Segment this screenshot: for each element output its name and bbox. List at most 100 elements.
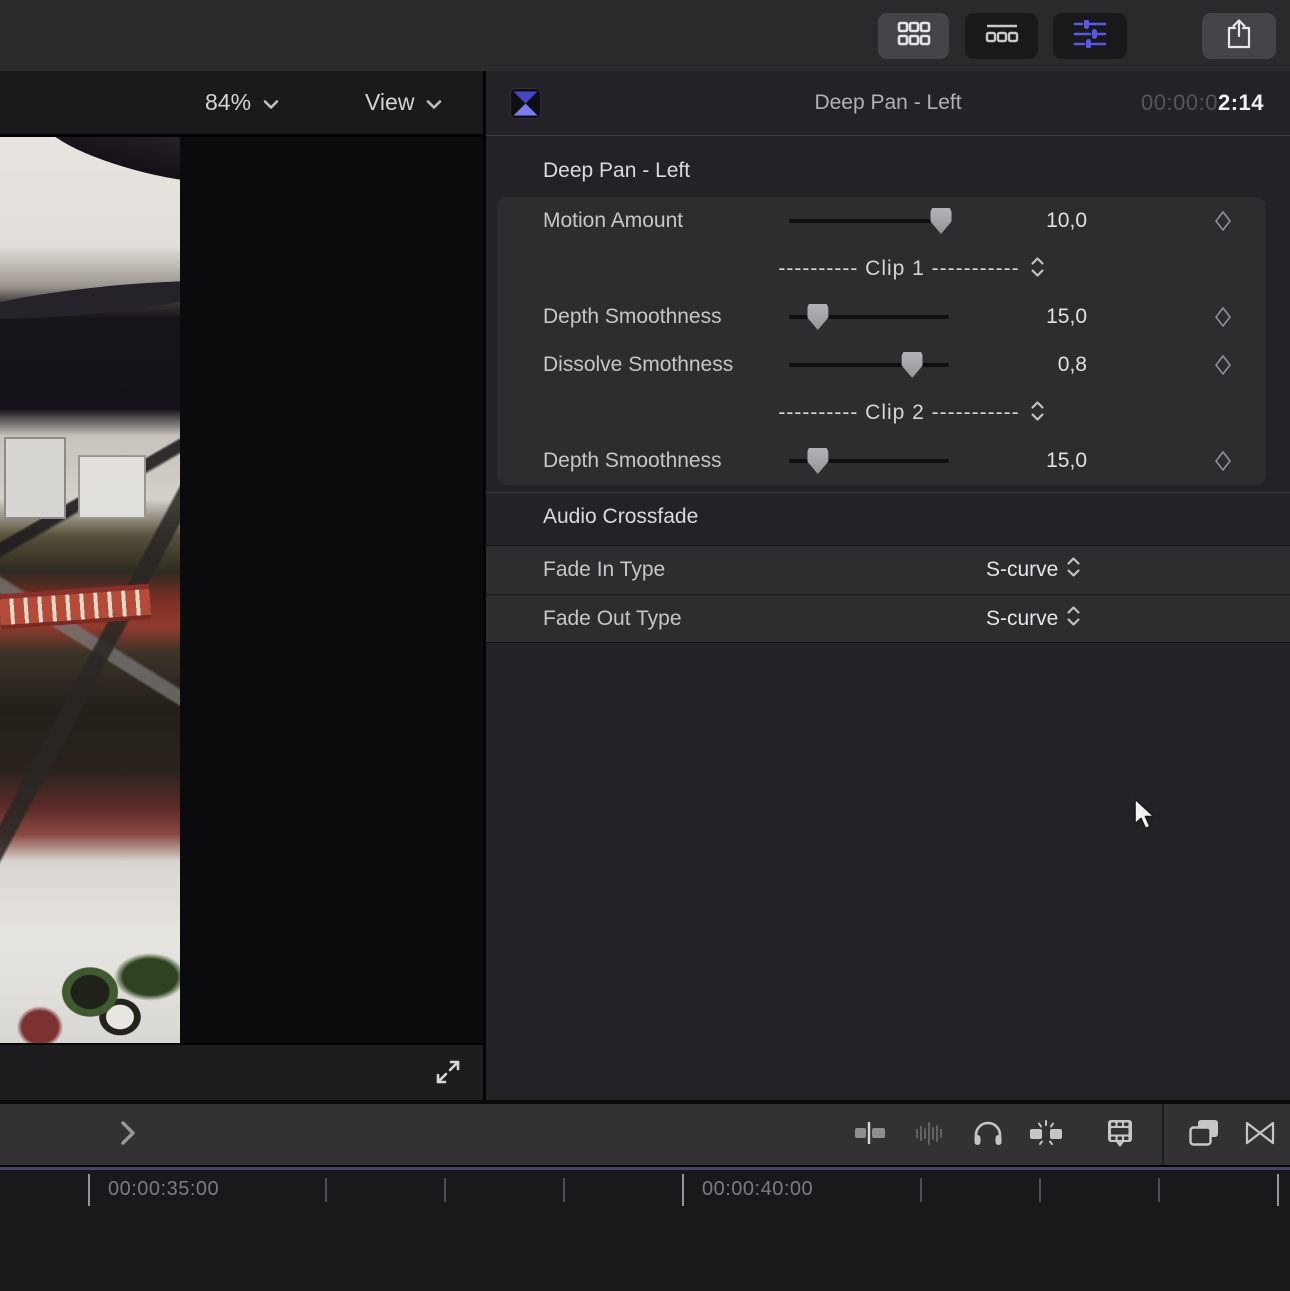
fade-out-type-label: Fade Out Type xyxy=(543,595,682,643)
updown-chevron-icon xyxy=(1066,556,1081,584)
ruler-tick xyxy=(1158,1178,1160,1202)
solo-headphones-icon xyxy=(972,1119,1004,1152)
effects-browser-button[interactable] xyxy=(1184,1118,1224,1152)
motion-amount-value[interactable]: 10,0 xyxy=(927,197,1087,245)
viewer-zoom-popup[interactable]: 84% xyxy=(205,71,279,134)
slider-thumb[interactable] xyxy=(807,304,828,330)
transitions-browser-icon xyxy=(1243,1120,1277,1151)
clip1-selector[interactable]: ---------- Clip 1 ----------- xyxy=(497,245,1266,293)
browser-view-button[interactable] xyxy=(878,13,949,59)
depth-smoothness-1-label: Depth Smoothness xyxy=(543,293,722,341)
ruler-major-tick xyxy=(682,1174,684,1206)
toolbar-separator xyxy=(1162,1104,1164,1165)
timecode-dim-digits: 00:00:0 xyxy=(1141,90,1218,116)
video-detail xyxy=(0,584,151,629)
ruler-timecode-label: 00:00:40:00 xyxy=(702,1178,813,1201)
expand-chevron-icon xyxy=(120,1120,136,1151)
chevron-down-icon xyxy=(263,89,279,116)
depth-smoothness-1-slider[interactable] xyxy=(789,293,949,341)
timeline-expand-button[interactable] xyxy=(108,1118,148,1152)
updown-chevron-icon xyxy=(1030,400,1045,427)
clip-appearance-icon xyxy=(1104,1118,1136,1153)
audio-skimming-toggle[interactable] xyxy=(910,1118,950,1152)
timeline-ruler[interactable]: 00:00:35:00 00:00:40:00 xyxy=(0,1165,1290,1291)
dissolve-smothness-slider[interactable] xyxy=(789,341,949,389)
effects-browser-icon xyxy=(1187,1118,1221,1153)
transitions-browser-button[interactable] xyxy=(1240,1118,1280,1152)
list-view-button[interactable] xyxy=(965,13,1038,59)
ruler-major-tick xyxy=(88,1174,90,1206)
audio-skimming-icon xyxy=(913,1120,947,1151)
timecode-bright-digits: 2:14 xyxy=(1218,90,1264,116)
video-detail xyxy=(0,273,180,326)
fade-out-type-value: S-curve xyxy=(986,607,1058,631)
snapping-icon xyxy=(1028,1119,1064,1152)
video-detail xyxy=(78,455,146,519)
slider-track xyxy=(789,219,949,223)
video-detail xyxy=(37,137,180,199)
depth-smoothness-2-slider[interactable] xyxy=(789,437,949,485)
clip1-selector-label: ---------- Clip 1 ----------- xyxy=(778,257,1019,281)
top-toolbar xyxy=(0,0,1290,71)
final-cut-pro-window: 84% View xyxy=(0,0,1290,1291)
viewer-view-popup[interactable]: View xyxy=(365,71,442,134)
video-preview-frame[interactable] xyxy=(0,137,180,1043)
transition-duration-timecode[interactable]: 00:00:02:14 xyxy=(1141,71,1264,135)
keyframe-diamond-icon[interactable] xyxy=(1214,306,1232,333)
fade-in-type-label: Fade In Type xyxy=(543,546,665,594)
updown-chevron-icon xyxy=(1030,256,1045,283)
motion-amount-slider[interactable] xyxy=(789,197,949,245)
dissolve-smothness-row: Dissolve Smothness 0,8 xyxy=(497,341,1266,389)
depth-smoothness-2-row: Depth Smoothness 15,0 xyxy=(497,437,1266,485)
inspector-view-button[interactable] xyxy=(1053,13,1127,59)
clip2-selector[interactable]: ---------- Clip 2 ----------- xyxy=(497,389,1266,437)
expand-arrows-icon xyxy=(434,1058,462,1091)
ruler-top-blue-line xyxy=(0,1167,1290,1170)
ruler-timecode-label: 00:00:35:00 xyxy=(108,1178,219,1201)
viewer-footer xyxy=(0,1043,483,1102)
snapping-toggle[interactable] xyxy=(1026,1118,1066,1152)
keyframe-diamond-icon[interactable] xyxy=(1214,210,1232,237)
viewer-panel: 84% View xyxy=(0,71,483,1100)
ruler-tick xyxy=(1039,1178,1041,1202)
section-divider xyxy=(486,492,1290,493)
slider-thumb[interactable] xyxy=(902,352,923,378)
inspector-header: Deep Pan - Left 00:00:02:14 xyxy=(486,71,1290,136)
viewer-zoom-value: 84% xyxy=(205,89,251,116)
clip-appearance-button[interactable] xyxy=(1100,1118,1140,1152)
chevron-down-icon xyxy=(426,89,442,116)
depth-smoothness-1-value[interactable]: 15,0 xyxy=(927,293,1087,341)
dissolve-smothness-label: Dissolve Smothness xyxy=(543,341,733,389)
solo-toggle[interactable] xyxy=(968,1118,1008,1152)
fade-out-type-popup[interactable]: S-curve xyxy=(986,595,1081,643)
motion-amount-label: Motion Amount xyxy=(543,197,683,245)
list-view-icon xyxy=(984,22,1020,51)
audio-crossfade-heading: Audio Crossfade xyxy=(543,505,698,529)
ruler-tick xyxy=(920,1178,922,1202)
audio-crossfade-group: Fade In Type S-curve Fade Out Type S-cur… xyxy=(486,545,1290,643)
fade-in-type-popup[interactable]: S-curve xyxy=(986,546,1081,594)
skimming-toggle[interactable] xyxy=(850,1118,890,1152)
transition-parameters-group: Motion Amount 10,0 ---------- Clip 1 ---… xyxy=(497,197,1266,485)
motion-amount-row: Motion Amount 10,0 xyxy=(497,197,1266,245)
fade-in-type-row: Fade In Type S-curve xyxy=(486,546,1290,594)
depth-smoothness-2-label: Depth Smoothness xyxy=(543,437,722,485)
slider-thumb[interactable] xyxy=(807,448,828,474)
ruler-tick xyxy=(444,1178,446,1202)
skimming-icon xyxy=(853,1120,887,1151)
depth-smoothness-1-row: Depth Smoothness 15,0 xyxy=(497,293,1266,341)
ruler-tick xyxy=(325,1178,327,1202)
share-icon xyxy=(1224,18,1254,55)
viewer-view-label: View xyxy=(365,89,414,116)
expand-viewer-button[interactable] xyxy=(428,1055,468,1093)
fade-out-type-row: Fade Out Type S-curve xyxy=(486,594,1290,643)
keyframe-diamond-icon[interactable] xyxy=(1214,450,1232,477)
timeline-toolbar xyxy=(0,1100,1290,1165)
dissolve-smothness-value[interactable]: 0,8 xyxy=(927,341,1087,389)
depth-smoothness-2-value[interactable]: 15,0 xyxy=(927,437,1087,485)
viewer-header: 84% View xyxy=(0,71,483,137)
keyframe-diamond-icon[interactable] xyxy=(1214,354,1232,381)
transition-section-heading: Deep Pan - Left xyxy=(543,159,690,183)
transition-inspector: Deep Pan - Left 00:00:02:14 Deep Pan - L… xyxy=(486,71,1290,1100)
share-button[interactable] xyxy=(1202,13,1276,59)
